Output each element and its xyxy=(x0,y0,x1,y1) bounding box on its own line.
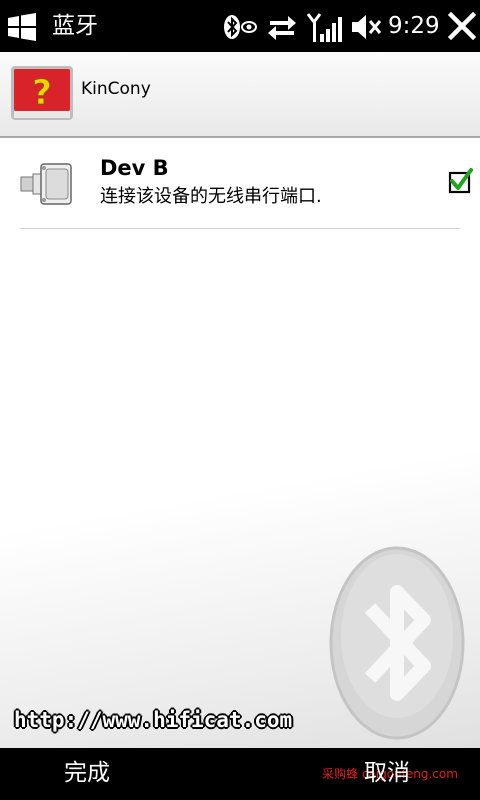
service-checkbox[interactable] xyxy=(447,168,473,194)
watermark-text: http://www.hificat.com xyxy=(14,708,293,732)
serial-port-icon xyxy=(20,163,72,205)
volume-muted-icon[interactable] xyxy=(350,12,382,42)
data-sync-icon[interactable] xyxy=(266,12,298,42)
cancel-button[interactable]: 取消 xyxy=(364,759,410,787)
service-description: 连接该设备的无线串行端口. xyxy=(100,186,322,207)
bluetooth-watermark-icon xyxy=(329,546,465,740)
device-header: ? KinCony xyxy=(0,52,480,138)
device-name: KinCony xyxy=(81,79,151,99)
status-bar: 蓝牙 9:29 xyxy=(0,0,480,52)
service-list-item[interactable]: Dev B 连接该设备的无线串行端口. xyxy=(20,152,473,229)
signal-strength-icon[interactable] xyxy=(306,12,342,42)
done-button[interactable]: 完成 xyxy=(64,759,110,787)
service-title: Dev B xyxy=(100,156,169,180)
phone-screen: 蓝牙 9:29 ? KinCony Dev B 连接该设备的无线串行端口. ht… xyxy=(0,0,480,800)
content-area: ? KinCony Dev B 连接该设备的无线串行端口. http://www… xyxy=(0,52,480,748)
windows-start-icon[interactable] xyxy=(6,12,38,42)
close-icon[interactable] xyxy=(448,12,476,40)
bluetooth-visible-icon[interactable] xyxy=(222,12,258,42)
clock: 9:29 xyxy=(388,13,440,39)
unknown-device-icon: ? xyxy=(11,66,73,120)
svg-text:?: ? xyxy=(32,73,52,113)
page-title: 蓝牙 xyxy=(52,13,98,39)
softkey-bar: 完成 采购蜂 caigoufeng.com 取消 xyxy=(0,748,480,800)
